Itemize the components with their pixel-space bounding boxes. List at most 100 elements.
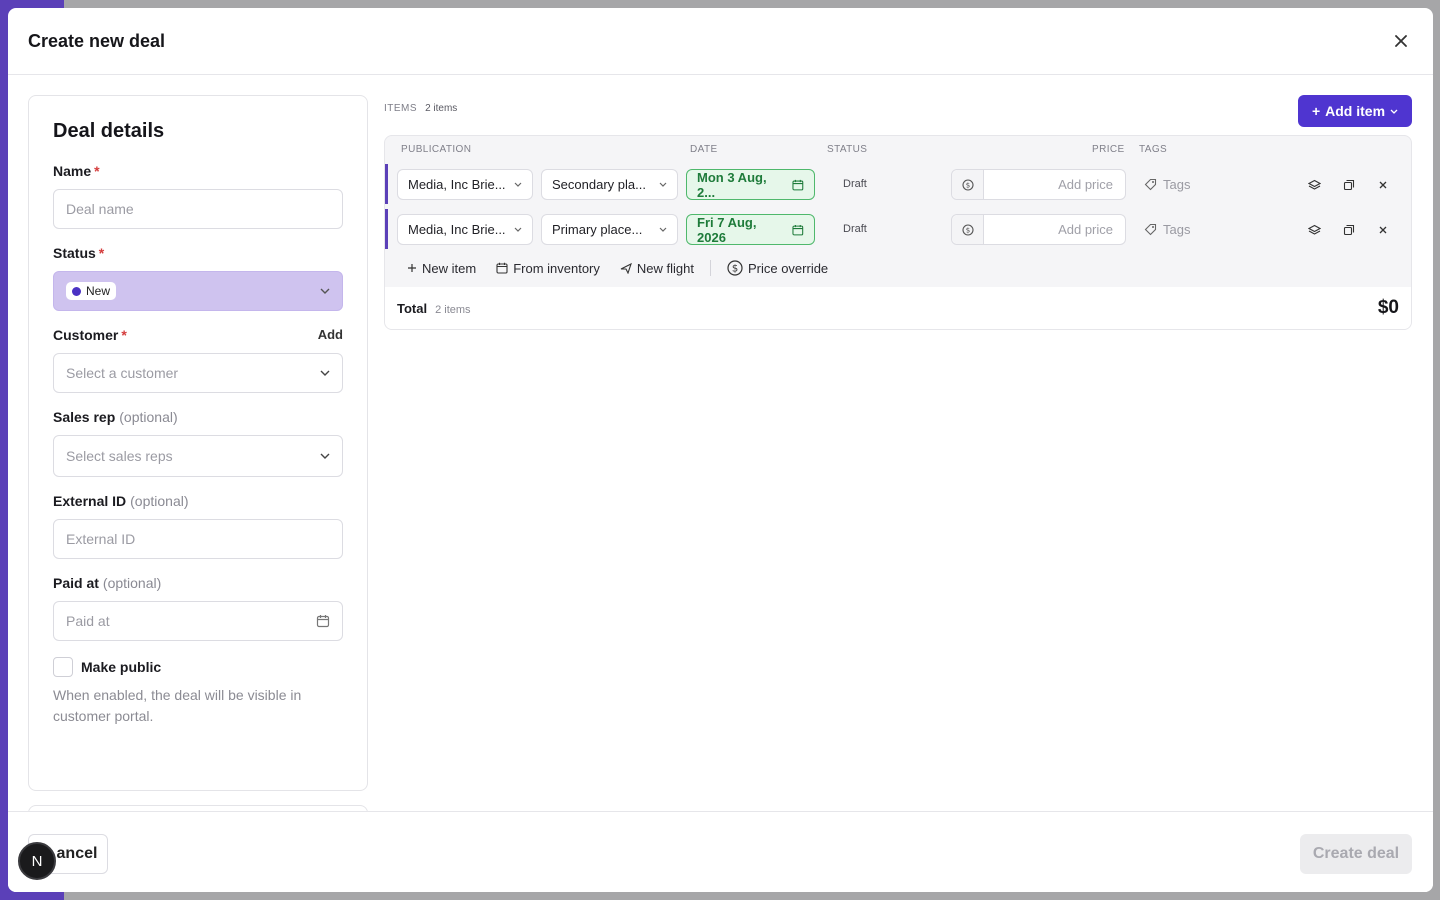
status-value: New (86, 284, 111, 298)
make-public-checkbox[interactable] (53, 657, 73, 677)
deal-name-input[interactable]: Deal name (53, 189, 343, 229)
customer-label: Customer * Add (53, 327, 343, 343)
dev-tools-badge[interactable]: N (18, 842, 56, 880)
external-id-placeholder: External ID (66, 531, 136, 547)
publication-value: Media, Inc Brie... (408, 177, 506, 192)
paid-at-label-text: Paid at (53, 575, 99, 591)
item-actions-bar: New item From inventory New flight $ Pri… (385, 252, 1411, 284)
total-left: Total 2 items (397, 301, 471, 316)
deal-details-card: Deal details Name * Deal name Status * New (28, 95, 368, 791)
external-id-input[interactable]: External ID (53, 519, 343, 559)
chevron-down-icon (514, 182, 522, 187)
price-override-button[interactable]: $ Price override (727, 260, 828, 276)
create-deal-button[interactable]: Create deal (1300, 834, 1412, 874)
chevron-down-icon (659, 182, 667, 187)
publication-select[interactable]: Media, Inc Brie... (397, 214, 533, 245)
price-placeholder: Add price (1058, 222, 1113, 237)
status-field: Status * New (53, 245, 343, 311)
items-table: PUBLICATION DATE STATUS PRICE TAGS Media… (384, 135, 1412, 330)
tag-icon (1144, 178, 1157, 191)
publication-select[interactable]: Media, Inc Brie... (397, 169, 533, 200)
date-picker[interactable]: Fri 7 Aug, 2026 (686, 214, 815, 245)
plus-icon: + (1311, 103, 1321, 119)
column-price: PRICE (1092, 144, 1125, 155)
price-input[interactable]: $ Add price (951, 169, 1126, 200)
items-label: ITEMS (384, 103, 418, 114)
currency-icon[interactable]: $ (952, 170, 984, 199)
optional-tag: (optional) (119, 409, 178, 425)
divider (709, 260, 711, 276)
remove-row-icon[interactable] (1375, 222, 1391, 238)
customer-select[interactable]: Select a customer (53, 353, 343, 393)
make-public-label: Make public (81, 659, 162, 675)
item-row: Media, Inc Brie... Secondary pla... Mon … (385, 162, 1411, 207)
column-tags: TAGS (1139, 144, 1168, 155)
tags-field[interactable]: Tags (1144, 177, 1190, 192)
paid-at-field: Paid at (optional) Paid at (53, 575, 343, 641)
layers-icon[interactable] (1306, 222, 1322, 238)
currency-icon[interactable]: $ (952, 215, 984, 244)
create-deal-label: Create deal (1312, 845, 1400, 862)
row-accent (385, 209, 388, 249)
modal-body: Deal details Name * Deal name Status * New (8, 75, 1433, 815)
optional-tag: (optional) (130, 493, 189, 509)
total-value: $0 (1377, 297, 1399, 318)
plane-icon (620, 262, 632, 274)
layers-icon[interactable] (1306, 177, 1322, 193)
calendar-icon[interactable] (316, 614, 330, 628)
close-icon (1395, 35, 1407, 47)
svg-text:$: $ (965, 181, 969, 189)
placement-select[interactable]: Primary place... (541, 214, 678, 245)
name-label: Name * (53, 163, 343, 179)
chevron-down-icon (1390, 109, 1398, 114)
column-status: STATUS (827, 144, 868, 155)
chevron-down-icon (320, 288, 330, 294)
column-publication: PUBLICATION (401, 144, 472, 155)
placement-select[interactable]: Secondary pla... (541, 169, 678, 200)
new-flight-button[interactable]: New flight (620, 261, 694, 276)
make-public-row: Make public (53, 657, 343, 677)
status-select[interactable]: New (53, 271, 343, 311)
modal-footer: ancel Create deal (8, 811, 1433, 892)
date-picker[interactable]: Mon 3 Aug, 2... (686, 169, 815, 200)
modal-title: Create new deal (28, 30, 166, 51)
modal-header: Create new deal (8, 8, 1433, 75)
sales-rep-select[interactable]: Select sales reps (53, 435, 343, 477)
customer-label-text: Customer (53, 327, 119, 343)
duplicate-icon[interactable] (1341, 177, 1357, 193)
close-button[interactable] (1389, 29, 1413, 53)
price-input[interactable]: $ Add price (951, 214, 1126, 245)
status-draft: Draft (843, 223, 867, 235)
price-override-label: Price override (747, 260, 829, 276)
items-header: ITEMS 2 items (384, 103, 457, 114)
status-dot-icon (72, 286, 81, 296)
from-inventory-button[interactable]: From inventory (496, 261, 600, 276)
tag-icon (1144, 223, 1157, 236)
make-public-helper: When enabled, the deal will be visible i… (53, 687, 302, 724)
new-item-label: New item (422, 260, 477, 276)
customer-field: Customer * Add Select a customer (53, 327, 343, 393)
external-id-label-text: External ID (53, 493, 127, 509)
placement-value: Secondary pla... (552, 177, 646, 192)
remove-row-icon[interactable] (1375, 177, 1391, 193)
create-deal-modal: Create new deal Deal details Name * Deal … (8, 8, 1433, 892)
deal-name-placeholder: Deal name (66, 201, 134, 217)
name-field: Name * Deal name (53, 163, 343, 229)
badge-letter: N (31, 852, 43, 870)
paid-at-input[interactable]: Paid at (53, 601, 343, 641)
add-item-button[interactable]: + Add item (1298, 95, 1412, 127)
tags-field[interactable]: Tags (1144, 222, 1190, 237)
external-id-field: External ID (optional) External ID (53, 493, 343, 559)
add-customer-link[interactable]: Add (318, 327, 343, 343)
price-placeholder: Add price (1058, 177, 1113, 192)
calendar-icon (792, 179, 804, 190)
date-value: Fri 7 Aug, 2026 (697, 214, 757, 245)
svg-text:$: $ (732, 264, 738, 275)
new-item-button[interactable]: New item (407, 261, 476, 276)
sales-rep-field: Sales rep (optional) Select sales reps (53, 409, 343, 477)
status-label-text: Status (53, 245, 96, 261)
publication-value: Media, Inc Brie... (408, 222, 506, 237)
sales-rep-label: Sales rep (optional) (53, 409, 343, 425)
tags-placeholder: Tags (1163, 222, 1191, 237)
duplicate-icon[interactable] (1341, 222, 1357, 238)
